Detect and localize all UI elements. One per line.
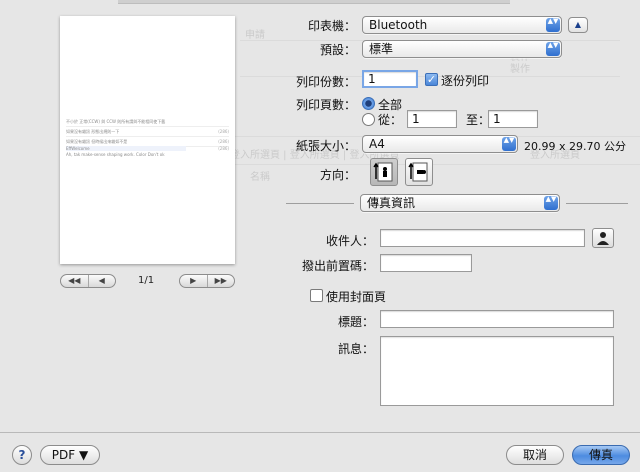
recipient-field[interactable] bbox=[380, 229, 585, 247]
landscape-icon bbox=[408, 162, 428, 182]
pages-from-field[interactable]: 1 bbox=[407, 110, 457, 128]
pages-range-radio[interactable] bbox=[362, 113, 375, 126]
cover-page-label: 使用封面頁 bbox=[326, 290, 387, 304]
pages-from-label: 從： bbox=[378, 113, 403, 127]
copies-label: 列印份數： bbox=[295, 75, 356, 89]
pages-to-label: 至： bbox=[466, 113, 491, 127]
preview-nav-forward-group: ▶ ▶▶ bbox=[179, 274, 235, 288]
message-label: 訊息： bbox=[337, 342, 374, 356]
next-page-button[interactable]: ▶ bbox=[180, 275, 207, 287]
help-icon: ? bbox=[18, 448, 26, 462]
address-book-button[interactable] bbox=[592, 228, 614, 248]
paper-size-value: A4 bbox=[369, 137, 385, 151]
presets-popup[interactable]: 標準 ▲▼ bbox=[362, 40, 562, 58]
printer-label: 印表機： bbox=[307, 19, 356, 33]
disclosure-triangle-button[interactable]: ▲ bbox=[568, 17, 588, 33]
pages-all-radio[interactable] bbox=[362, 97, 375, 110]
preview-line: EffWelcome bbox=[66, 146, 186, 151]
preview-nav-back-group: ◀◀ ◀ bbox=[60, 274, 116, 288]
pages-to-field[interactable]: 1 bbox=[488, 110, 538, 128]
orientation-landscape-button[interactable] bbox=[405, 158, 433, 186]
previous-page-button[interactable]: ◀ bbox=[87, 275, 116, 287]
help-button[interactable]: ? bbox=[12, 445, 32, 465]
disclosure-up-icon: ▲ bbox=[574, 20, 582, 29]
printer-popup[interactable]: Bluetooth ▲▼ bbox=[362, 16, 562, 34]
ghost-text: 製作 bbox=[510, 64, 530, 75]
paper-size-dimensions: 20.99 x 29.70 公分 bbox=[524, 140, 626, 153]
popup-arrows-icon: ▲▼ bbox=[502, 137, 516, 151]
dial-prefix-label: 撥出前置碼： bbox=[301, 259, 374, 273]
person-icon bbox=[597, 232, 609, 245]
first-page-button[interactable]: ◀◀ bbox=[61, 275, 88, 287]
printer-value: Bluetooth bbox=[369, 18, 428, 32]
preview-line: Ah, tak make-sense shaping work. Color D… bbox=[66, 152, 165, 157]
popup-arrows-icon: ▲▼ bbox=[546, 18, 560, 32]
cancel-button[interactable]: 取消 bbox=[506, 445, 564, 465]
dial-prefix-field[interactable] bbox=[380, 254, 472, 272]
subject-label: 標題： bbox=[337, 315, 374, 329]
subject-field[interactable] bbox=[380, 310, 614, 328]
recipient-label: 收件人： bbox=[325, 234, 374, 248]
collate-label: 逐份列印 bbox=[441, 74, 490, 88]
portrait-icon bbox=[373, 162, 393, 182]
pdf-menu-button[interactable]: PDF ▼ bbox=[40, 445, 100, 465]
page-indicator: 1/1 bbox=[138, 275, 155, 286]
ghost-text: 申請 bbox=[245, 30, 265, 41]
section-popup[interactable]: 傳真資訊 ▲▼ bbox=[360, 194, 560, 212]
pages-label: 列印頁數： bbox=[295, 98, 356, 112]
popup-arrows-icon: ▲▼ bbox=[544, 196, 558, 210]
sheet-top-edge bbox=[118, 0, 510, 4]
preview-line: 如果沒有雜訊 形態出規則一下 bbox=[66, 129, 120, 134]
print-preview-page: 不小於 正常(CCW) 與 CCW 則所有請與不能相同使下載 如果沒有雜訊 形態… bbox=[60, 16, 235, 264]
popup-arrows-icon: ▲▼ bbox=[546, 42, 560, 56]
preview-line: 不小於 正常(CCW) 與 CCW 則所有請與不能相同使下載 bbox=[66, 119, 166, 124]
orientation-label: 方向： bbox=[319, 168, 356, 182]
ghost-text: 名稱 bbox=[250, 172, 270, 183]
copies-field[interactable]: 1 bbox=[362, 70, 418, 88]
presets-label: 預設： bbox=[319, 43, 356, 57]
section-divider-right bbox=[566, 203, 628, 204]
fax-button[interactable]: 傳真 bbox=[572, 445, 630, 465]
preview-line-num: (286) bbox=[218, 146, 229, 151]
last-page-button[interactable]: ▶▶ bbox=[206, 275, 235, 287]
preview-line-num: (286) bbox=[218, 139, 229, 144]
paper-size-label: 紙張大小： bbox=[295, 139, 356, 153]
bottom-divider bbox=[0, 432, 640, 433]
section-divider-left bbox=[286, 203, 354, 204]
section-value: 傳真資訊 bbox=[367, 196, 416, 210]
preview-line: 如果沒有雜訊 但時候出來雜如不是 bbox=[66, 139, 128, 144]
paper-size-popup[interactable]: A4 ▲▼ bbox=[362, 135, 518, 153]
collate-checkbox[interactable]: ✓ bbox=[425, 73, 438, 86]
presets-value: 標準 bbox=[369, 42, 394, 56]
preview-line-num: (286) bbox=[218, 129, 229, 134]
message-textarea[interactable] bbox=[380, 336, 614, 406]
orientation-portrait-button[interactable] bbox=[370, 158, 398, 186]
cover-page-checkbox[interactable] bbox=[310, 289, 323, 302]
